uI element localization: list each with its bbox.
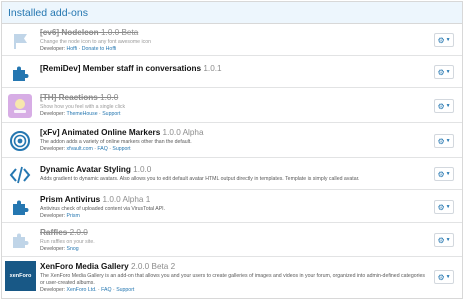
chevron-down-icon: ▼ <box>445 171 451 177</box>
addon-row-raffles: Raffles 2.0.0 Run raffles on your site. … <box>2 224 462 257</box>
addon-description: Show how you feel with a single click <box>40 104 126 110</box>
developer-link[interactable]: ThemeHouse <box>66 111 97 117</box>
developer-link[interactable]: xfvault.com <box>67 146 93 152</box>
support-link[interactable]: Support <box>116 287 134 293</box>
addon-description: Antivirus check of uploaded content via … <box>40 206 166 212</box>
addon-developer-line: Developer: ThemeHouse · Support <box>40 111 121 117</box>
chevron-down-icon: ▼ <box>445 138 451 144</box>
support-link[interactable]: Support <box>112 146 130 152</box>
puzzle-icon <box>5 192 35 222</box>
th-logo-icon <box>5 91 35 121</box>
flag-icon <box>5 26 35 56</box>
developer-link[interactable]: Snog <box>67 246 79 252</box>
donate-link[interactable]: Donate to Hoffi <box>82 46 117 52</box>
developer-link[interactable]: XenForo Ltd. <box>67 287 97 293</box>
addon-developer-line: Developer: Snog <box>40 246 79 252</box>
addon-options-button[interactable]: ⚙ ▼ <box>434 270 454 284</box>
xenforo-logo-icon: xenForo <box>5 261 36 291</box>
gear-icon: ⚙ <box>437 202 445 212</box>
gear-icon: ⚙ <box>437 235 445 245</box>
panel-title: Installed add-ons <box>2 2 462 24</box>
addon-row-xfmg: xenForo XenForo Media Gallery 2.0.0 Beta… <box>2 258 462 298</box>
addons-panel: Installed add-ons [cv6] NodeIcon 1.0.0 B… <box>1 1 463 299</box>
puzzle-icon <box>5 58 35 88</box>
addon-description: The XenForo Media Gallery is an add-on t… <box>40 273 425 286</box>
addon-title[interactable]: Dynamic Avatar Styling 1.0.0 <box>40 164 426 175</box>
gear-icon: ⚙ <box>437 272 445 282</box>
addon-developer-line: Developer: xfvault.com · FAQ · Support <box>40 146 131 152</box>
xenforo-logo-text: xenForo <box>9 273 32 279</box>
addon-title[interactable]: [RemiDev] Member staff in conversations … <box>40 63 426 74</box>
addon-options-button[interactable]: ⚙ ▼ <box>434 233 454 247</box>
gear-icon: ⚙ <box>437 67 445 77</box>
addon-options-button[interactable]: ⚙ ▼ <box>434 200 454 214</box>
addon-options-button[interactable]: ⚙ ▼ <box>434 167 454 181</box>
chevron-down-icon: ▼ <box>445 103 451 109</box>
addon-options-button[interactable]: ⚙ ▼ <box>434 65 454 79</box>
chevron-down-icon: ▼ <box>445 274 451 280</box>
addon-description: The addon adds a variety of online marke… <box>40 139 192 145</box>
addon-row-xfv-markers: [xFv] Animated Online Markers 1.0.0 Alph… <box>2 124 462 158</box>
addon-description: Change the node icon to any font awesome… <box>40 39 152 45</box>
support-link[interactable]: Support <box>102 111 120 117</box>
code-icon <box>5 160 35 190</box>
developer-link[interactable]: Hoffi <box>67 46 78 52</box>
addon-developer-line: Developer: XenForo Ltd. · FAQ · Support <box>40 287 135 293</box>
addon-title[interactable]: [cv6] NodeIcon 1.0.0 Beta <box>40 27 426 38</box>
addon-description: Adds gradient to dynamic avatars. Also a… <box>40 176 360 182</box>
addon-title[interactable]: [TH] Reactions 1.0.0 <box>40 92 426 103</box>
chevron-down-icon: ▼ <box>445 204 451 210</box>
gear-icon: ⚙ <box>437 169 445 179</box>
addon-row-th-reactions: [TH] Reactions 1.0.0 Show how you feel w… <box>2 89 462 123</box>
addon-description: Run raffles on your site. <box>40 239 95 245</box>
gear-icon: ⚙ <box>437 35 445 45</box>
addon-row-remidev: [RemiDev] Member staff in conversations … <box>2 57 462 88</box>
addon-row-dynamic-avatar: Dynamic Avatar Styling 1.0.0 Adds gradie… <box>2 159 462 190</box>
puzzle-icon <box>5 225 35 255</box>
addon-options-button[interactable]: ⚙ ▼ <box>434 99 454 113</box>
addon-developer-line: Developer: Prism <box>40 213 80 219</box>
gear-icon: ⚙ <box>437 136 445 146</box>
chevron-down-icon: ▼ <box>445 69 451 75</box>
addon-row-prism-antivirus: Prism Antivirus 1.0.0 Alpha 1 Antivirus … <box>2 191 462 223</box>
target-icon <box>5 126 35 156</box>
addon-options-button[interactable]: ⚙ ▼ <box>434 134 454 148</box>
faq-link[interactable]: FAQ <box>97 146 107 152</box>
addon-title[interactable]: [xFv] Animated Online Markers 1.0.0 Alph… <box>40 127 426 138</box>
addon-developer-line: Developer: Hoffi · Donate to Hoffi <box>40 46 117 52</box>
addon-title[interactable]: Prism Antivirus 1.0.0 Alpha 1 <box>40 194 426 205</box>
addon-row-nodeicon: [cv6] NodeIcon 1.0.0 Beta Change the nod… <box>2 25 462 56</box>
faq-link[interactable]: FAQ <box>101 287 111 293</box>
chevron-down-icon: ▼ <box>445 37 451 43</box>
addon-title[interactable]: XenForo Media Gallery 2.0.0 Beta 2 <box>40 261 426 272</box>
addon-title[interactable]: Raffles 2.0.0 <box>40 227 426 238</box>
developer-link[interactable]: Prism <box>67 213 80 219</box>
addon-options-button[interactable]: ⚙ ▼ <box>434 33 454 47</box>
gear-icon: ⚙ <box>437 101 445 111</box>
chevron-down-icon: ▼ <box>445 237 451 243</box>
